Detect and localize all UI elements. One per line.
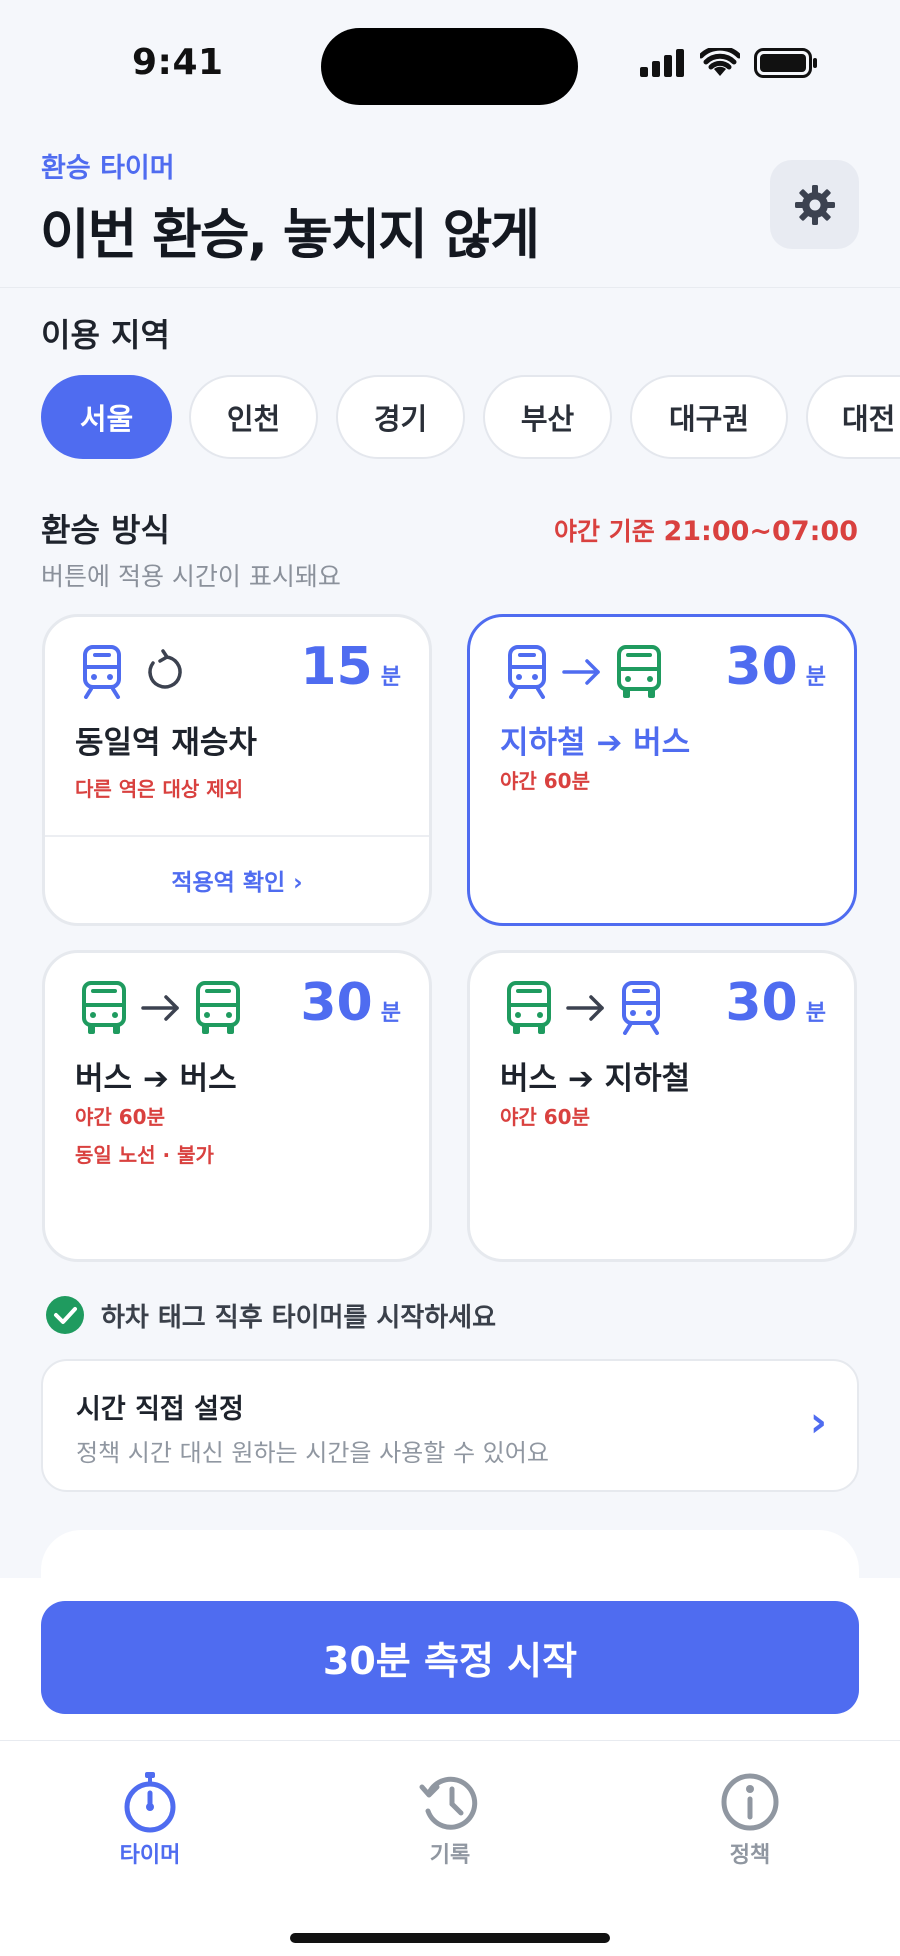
tip-text: 하차 태그 직후 타이머를 시작하세요 [101, 1302, 497, 1333]
card-name: 지하철 ➔ 버스 [500, 725, 691, 761]
history-icon [419, 1771, 481, 1833]
card-icons [81, 981, 241, 1035]
card-minutes: 30 분 [725, 973, 826, 1033]
home-indicator [290, 1933, 610, 1943]
region-chips: 서울 인천 경기 부산 대구권 대전 [41, 375, 900, 460]
region-chip-incheon[interactable]: 인천 [189, 375, 318, 459]
info-icon [720, 1771, 780, 1833]
return-icon [148, 649, 182, 689]
card-subway-to-bus[interactable]: 30 분 지하철 ➔ 버스 야간 60분 [467, 614, 857, 926]
subway-icon [622, 981, 660, 1035]
card-note: 다른 역은 대상 제외 [75, 777, 244, 801]
station-check-link[interactable]: 적용역 확인 › [45, 863, 429, 897]
page-title: 이번 환승, 놓치지 않게 [40, 203, 540, 266]
tab-policy-label: 정책 [729, 1843, 771, 1868]
wifi-icon [700, 48, 740, 76]
card-note: 야간 60분 [500, 769, 590, 793]
transfer-hint: 버튼에 적용 시간이 표시돼요 [41, 562, 341, 591]
bus-icon [196, 981, 240, 1034]
card-divider [45, 835, 429, 837]
header: 환승 타이머 이번 환승, 놓치지 않게 [0, 130, 900, 288]
bus-icon [82, 981, 126, 1034]
card-name: 동일역 재승차 [75, 725, 257, 761]
card-bus-to-bus[interactable]: 30 분 버스 ➔ 버스 야간 60분 동일 노선 · 불가 [42, 950, 432, 1262]
card-minutes-unit: 분 [805, 1001, 826, 1026]
bus-icon [617, 645, 661, 698]
signal-icon [640, 49, 684, 77]
card-minutes-unit: 분 [380, 1001, 401, 1026]
region-chip-seoul[interactable]: 서울 [41, 375, 172, 459]
card-bus-to-subway[interactable]: 30 분 버스 ➔ 지하철 야간 60분 [467, 950, 857, 1262]
bus-icon [507, 981, 551, 1034]
card-minutes-value: 30 [300, 973, 373, 1033]
tab-history[interactable]: 기록 [350, 1741, 550, 1891]
card-minutes: 15 분 [300, 637, 401, 697]
status-time: 9:41 [132, 42, 224, 83]
tab-timer-label: 타이머 [119, 1843, 181, 1868]
chevron-right-icon: › [809, 1397, 827, 1446]
tab-timer[interactable]: 타이머 [50, 1741, 250, 1891]
bottom-area: 30분 측정 시작 타이머 기록 정책 [0, 1578, 900, 1956]
card-minutes-unit: 분 [380, 665, 401, 690]
region-chip-busan[interactable]: 부산 [483, 375, 612, 459]
dynamic-island [321, 28, 578, 105]
card-minutes: 30 분 [300, 973, 401, 1033]
card-minutes-value: 15 [300, 637, 373, 697]
settings-button[interactable] [770, 160, 859, 249]
battery-icon [754, 48, 817, 78]
card-icons [506, 981, 662, 1035]
region-chip-daegu[interactable]: 대구권 [630, 375, 788, 459]
tab-history-label: 기록 [429, 1843, 471, 1868]
night-hours: 21:00~07:00 [663, 516, 858, 547]
status-bar: 9:41 [0, 0, 900, 130]
tab-bar: 타이머 기록 정책 [0, 1740, 900, 1956]
card-icons [506, 645, 662, 699]
region-chip-daejeon[interactable]: 대전 [806, 375, 900, 459]
card-minutes: 30 분 [725, 637, 826, 697]
custom-time-title: 시간 직접 설정 [76, 1394, 244, 1425]
custom-time-subtitle: 정책 시간 대신 원하는 시간을 사용할 수 있어요 [76, 1439, 549, 1467]
arrow-right-icon [141, 995, 179, 1021]
subway-icon [83, 645, 121, 699]
region-chip-gyeonggi[interactable]: 경기 [336, 375, 465, 459]
card-minutes-value: 30 [725, 973, 798, 1033]
night-prefix: 야간 기준 [554, 517, 655, 546]
app-subtitle: 환승 타이머 [41, 153, 175, 184]
card-minutes-value: 30 [725, 637, 798, 697]
card-minutes-unit: 분 [805, 665, 826, 690]
region-label: 이용 지역 [41, 316, 170, 354]
arrow-right-icon [562, 659, 600, 685]
stopwatch-icon [121, 1771, 179, 1833]
custom-time-row[interactable]: 시간 직접 설정 정책 시간 대신 원하는 시간을 사용할 수 있어요 › [41, 1359, 859, 1492]
arrow-right-icon [566, 995, 604, 1021]
night-hours-info: 야간 기준 21:00~07:00 [554, 512, 858, 548]
transfer-label: 환승 방식 [41, 511, 170, 549]
card-name: 버스 ➔ 지하철 [500, 1061, 691, 1097]
check-circle-icon [46, 1296, 84, 1334]
status-icons [640, 48, 818, 78]
gear-icon [794, 184, 835, 225]
card-same-station[interactable]: 15 분 동일역 재승차 다른 역은 대상 제외 적용역 확인 › [42, 614, 432, 926]
tip-row: 하차 태그 직후 타이머를 시작하세요 [45, 1295, 496, 1335]
card-icons [81, 645, 191, 699]
card-note: 야간 60분 [500, 1105, 590, 1129]
tab-policy[interactable]: 정책 [650, 1741, 850, 1891]
start-timer-button[interactable]: 30분 측정 시작 [41, 1601, 859, 1714]
subway-icon [508, 645, 546, 699]
card-note-secondary: 동일 노선 · 불가 [75, 1143, 214, 1167]
card-name: 버스 ➔ 버스 [75, 1061, 237, 1097]
card-note: 야간 60분 [75, 1105, 165, 1129]
